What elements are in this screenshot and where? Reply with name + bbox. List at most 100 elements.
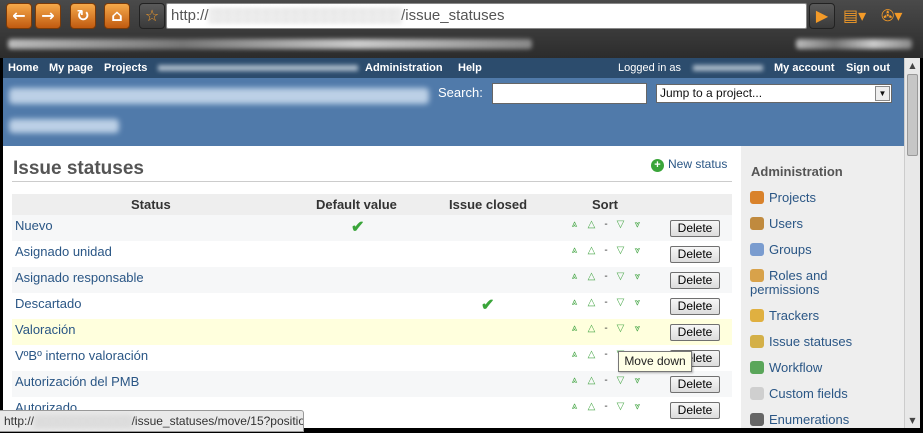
main-content: Issue statuses + New status Status Defaul… bbox=[3, 146, 741, 428]
back-button[interactable]: ← bbox=[6, 3, 32, 29]
sidebar-item-enumerations[interactable]: Enumerations bbox=[750, 413, 849, 427]
sidebar-item-issue-statuses[interactable]: Issue statuses bbox=[750, 335, 852, 349]
move-down-tooltip: Move down bbox=[618, 351, 692, 372]
move-to-top-icon[interactable]: ⩓ bbox=[566, 375, 583, 386]
sidebar-item-trackers[interactable]: Trackers bbox=[750, 309, 819, 323]
sidebar-item-projects[interactable]: Projects bbox=[750, 191, 816, 205]
username-redacted[interactable] bbox=[693, 65, 763, 71]
status-name-link[interactable]: Valoración bbox=[15, 322, 75, 337]
delete-button[interactable]: Delete bbox=[670, 272, 720, 289]
status-name-link[interactable]: Autorización del PMB bbox=[15, 374, 139, 389]
move-to-bottom-icon[interactable]: ⩔ bbox=[629, 297, 646, 308]
status-name-link[interactable]: Asignado unidad bbox=[15, 244, 112, 259]
status-name-link[interactable]: Asignado responsable bbox=[15, 270, 144, 285]
delete-button[interactable]: Delete bbox=[670, 376, 720, 393]
move-to-top-icon[interactable]: ⩓ bbox=[566, 297, 583, 308]
bookmark-star-button[interactable]: ☆ bbox=[139, 3, 165, 29]
move-to-top-icon[interactable]: ⩓ bbox=[566, 271, 583, 282]
move-to-top-icon[interactable]: ⩓ bbox=[566, 219, 583, 230]
sidebar-item-users[interactable]: Users bbox=[750, 217, 803, 231]
project-jump-value: Jump to a project... bbox=[660, 86, 763, 100]
move-to-top-icon[interactable]: ⩓ bbox=[566, 349, 583, 360]
move-down-icon[interactable]: ▽ bbox=[612, 323, 629, 334]
bookmarks-bar bbox=[0, 33, 923, 56]
delete-button[interactable]: Delete bbox=[670, 220, 720, 237]
delete-button[interactable]: Delete bbox=[670, 402, 720, 419]
move-to-bottom-icon[interactable]: ⩔ bbox=[629, 271, 646, 282]
move-down-icon[interactable]: ▽ bbox=[612, 401, 629, 412]
sidebar-item-groups[interactable]: Groups bbox=[750, 243, 812, 257]
delete-button[interactable]: Delete bbox=[670, 298, 720, 315]
move-down-icon[interactable]: ▽ bbox=[612, 271, 629, 282]
sidebar-item-label: Projects bbox=[769, 190, 816, 205]
table-header: Status Default value Issue closed Sort bbox=[12, 194, 732, 215]
sidebar-item-workflow[interactable]: Workflow bbox=[750, 361, 822, 375]
sort-separator: - bbox=[604, 349, 608, 360]
move-to-bottom-icon[interactable]: ⩔ bbox=[629, 375, 646, 386]
move-down-icon[interactable]: ▽ bbox=[612, 375, 629, 386]
move-up-icon[interactable]: △ bbox=[583, 375, 600, 386]
scrollbar[interactable]: ▲ ▼ bbox=[904, 58, 920, 428]
other-bookmarks-redacted[interactable] bbox=[796, 39, 912, 49]
top-menu-my-account[interactable]: My account bbox=[774, 62, 835, 74]
sidebar-item-custom-fields[interactable]: Custom fields bbox=[750, 387, 848, 401]
move-to-bottom-icon[interactable]: ⩔ bbox=[629, 401, 646, 412]
move-up-icon[interactable]: △ bbox=[583, 349, 600, 360]
page-menu-button[interactable]: ▤▾ bbox=[843, 6, 877, 26]
forward-button[interactable]: → bbox=[35, 3, 61, 29]
scroll-up-arrow-icon[interactable]: ▲ bbox=[905, 58, 920, 73]
move-down-icon[interactable]: ▽ bbox=[612, 219, 629, 230]
table-row: Descartado ✔ ⩓ △ - ▽ ⩔ Delete bbox=[12, 293, 732, 319]
delete-button[interactable]: Delete bbox=[670, 324, 720, 341]
bookmarks-redacted[interactable] bbox=[8, 39, 532, 49]
top-menu-sign-out[interactable]: Sign out bbox=[846, 62, 890, 74]
move-to-bottom-icon[interactable]: ⩔ bbox=[629, 323, 646, 334]
move-to-top-icon[interactable]: ⩓ bbox=[566, 401, 583, 412]
move-to-bottom-icon[interactable]: ⩔ bbox=[629, 219, 646, 230]
search-input[interactable] bbox=[492, 83, 647, 104]
scroll-thumb[interactable] bbox=[907, 74, 918, 156]
move-to-top-icon[interactable]: ⩓ bbox=[566, 323, 583, 334]
delete-button[interactable]: Delete bbox=[670, 246, 720, 263]
sort-controls: ⩓△-▽⩔ bbox=[566, 401, 646, 412]
move-up-icon[interactable]: △ bbox=[583, 245, 600, 256]
move-down-icon[interactable]: ▽ bbox=[612, 297, 629, 308]
move-up-icon[interactable]: △ bbox=[583, 297, 600, 308]
table-row: Autorización del PMB ⩓ △ - ▽ ⩔ Delete bbox=[12, 371, 732, 397]
move-up-icon[interactable]: △ bbox=[583, 401, 600, 412]
arrow-left-icon: ← bbox=[12, 6, 26, 25]
sidebar-item-roles[interactable]: Roles and permissions bbox=[750, 269, 828, 297]
move-to-bottom-icon[interactable]: ⩔ bbox=[629, 245, 646, 256]
move-up-icon[interactable]: △ bbox=[583, 271, 600, 282]
project-jump-select[interactable]: Jump to a project... ▼ bbox=[656, 84, 892, 103]
move-up-icon[interactable]: △ bbox=[583, 323, 600, 334]
url-path: /issue_statuses bbox=[401, 7, 505, 24]
status-name-link[interactable]: Nuevo bbox=[15, 218, 53, 233]
move-to-top-icon[interactable]: ⩓ bbox=[566, 245, 583, 256]
groups-icon bbox=[750, 243, 764, 256]
top-menu-help[interactable]: Help bbox=[458, 62, 482, 74]
tools-menu-button[interactable]: ✇▾ bbox=[881, 6, 915, 26]
reload-button[interactable]: ↻ bbox=[70, 3, 96, 29]
top-menu: Home My page Projects Administration Hel… bbox=[3, 58, 904, 78]
scroll-down-arrow-icon[interactable]: ▼ bbox=[905, 413, 920, 428]
status-name-link[interactable]: VºBº interno valoración bbox=[15, 348, 148, 363]
top-menu-projects[interactable]: Projects bbox=[104, 62, 147, 74]
move-up-icon[interactable]: △ bbox=[583, 219, 600, 230]
search-label: Search: bbox=[438, 85, 483, 100]
top-menu-home[interactable]: Home bbox=[8, 62, 39, 74]
address-bar[interactable]: http://▒▒▒▒▒▒▒▒▒▒▒▒▒▒▒▒▒▒▒▒/issue_status… bbox=[166, 3, 807, 29]
arrow-right-icon: → bbox=[41, 6, 55, 25]
home-button[interactable]: ⌂ bbox=[104, 3, 130, 29]
top-menu-my-page[interactable]: My page bbox=[49, 62, 93, 74]
chevron-down-icon[interactable]: ▼ bbox=[875, 86, 890, 101]
go-button[interactable]: ▶ bbox=[809, 3, 835, 29]
top-menu-administration[interactable]: Administration bbox=[365, 62, 443, 74]
house-icon: ⌂ bbox=[111, 6, 123, 25]
new-status-link[interactable]: + New status bbox=[651, 157, 727, 172]
roles-icon bbox=[750, 269, 764, 282]
move-down-icon[interactable]: ▽ bbox=[612, 245, 629, 256]
sort-separator: - bbox=[604, 323, 608, 334]
status-name-link[interactable]: Descartado bbox=[15, 296, 81, 311]
sidebar: Administration Projects Users Groups Roles … bbox=[741, 146, 904, 428]
